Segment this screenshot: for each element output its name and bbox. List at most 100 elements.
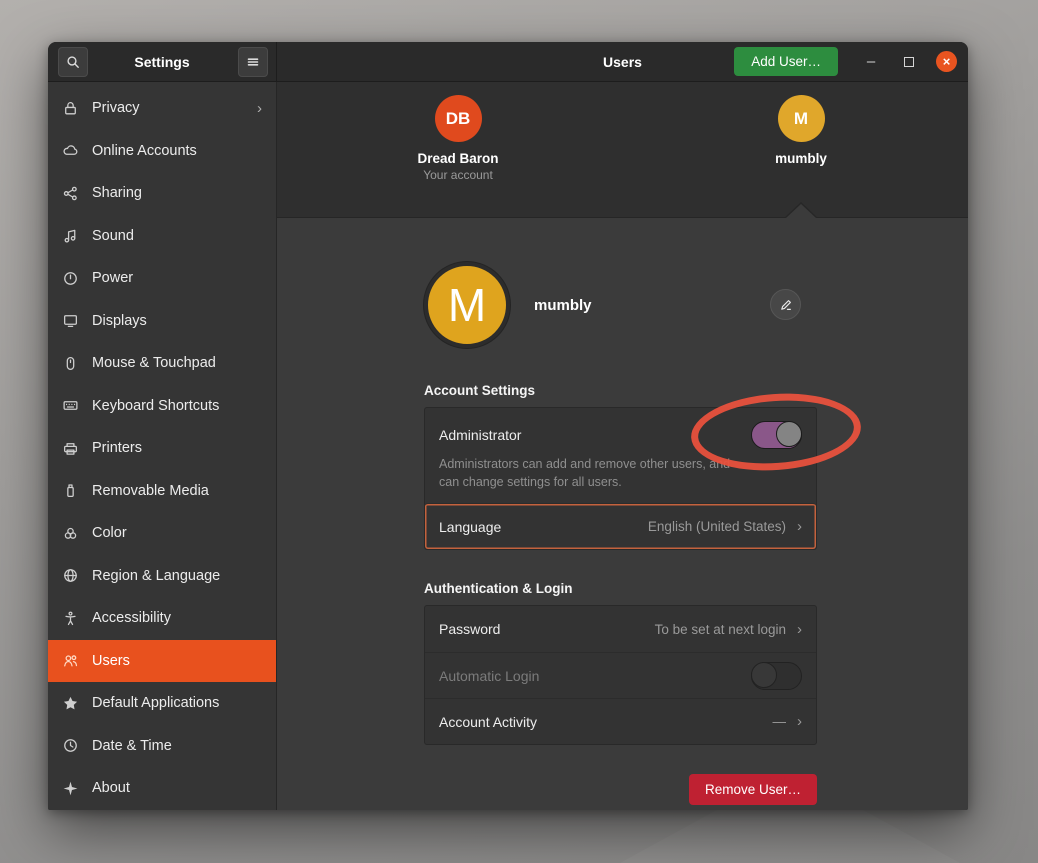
sound-icon <box>61 227 79 244</box>
globe-icon <box>61 567 79 584</box>
user-detail: M mumbly Account Settings <box>277 218 968 810</box>
titlebar-main-section: Users Add User… – × <box>277 42 968 81</box>
sidebar-item-label: Region & Language <box>92 568 220 584</box>
keyboard-icon <box>61 397 79 414</box>
power-icon <box>61 270 79 287</box>
edit-avatar-button[interactable] <box>770 289 801 320</box>
sidebar-item-users[interactable]: Users <box>48 640 276 683</box>
sidebar-item-color[interactable]: Color <box>48 512 276 555</box>
account-settings-card: Administrator Administrators can add and… <box>424 407 817 550</box>
automatic-login-row: Automatic Login <box>425 652 816 698</box>
user-carousel: DB Dread Baron Your account M mumbly <box>277 82 968 218</box>
sidebar-item-removable-media[interactable]: Removable Media <box>48 470 276 513</box>
hamburger-menu-icon <box>245 54 261 70</box>
sidebar-item-label: Online Accounts <box>92 143 197 159</box>
sidebar-item-privacy[interactable]: Privacy › <box>48 87 276 130</box>
sidebar-item-label: Sound <box>92 228 134 244</box>
pencil-icon <box>779 298 793 312</box>
maximize-button[interactable] <box>890 57 928 67</box>
sidebar-item-displays[interactable]: Displays <box>48 300 276 343</box>
minimize-button[interactable]: – <box>852 53 890 70</box>
sidebar-item-label: Color <box>92 525 127 541</box>
sidebar-item-label: Power <box>92 270 133 286</box>
lock-icon <box>61 100 79 117</box>
account-settings-title: Account Settings <box>424 383 817 398</box>
user-name: mumbly <box>731 151 871 166</box>
automatic-login-label: Automatic Login <box>439 668 539 684</box>
printer-icon <box>61 440 79 457</box>
language-row[interactable]: Language English (United States) › <box>425 503 816 549</box>
sidebar-item-online-accounts[interactable]: Online Accounts <box>48 130 276 173</box>
color-icon <box>61 525 79 542</box>
mouse-icon <box>61 355 79 372</box>
search-button[interactable] <box>58 47 88 77</box>
sidebar-item-label: Removable Media <box>92 483 209 499</box>
password-value: To be set at next login <box>655 622 786 637</box>
administrator-label: Administrator <box>439 427 521 443</box>
toggle-knob <box>751 662 777 688</box>
sidebar-item-label: Users <box>92 653 130 669</box>
sidebar-item-about[interactable]: About <box>48 767 276 810</box>
chevron-right-icon: › <box>257 100 262 117</box>
profile-username: mumbly <box>534 297 592 314</box>
app-body: Privacy › Online Accounts Sharing Sound Power… <box>48 82 968 810</box>
password-label: Password <box>439 621 500 637</box>
remove-user-row: Remove User… <box>424 774 817 805</box>
chevron-right-icon: › <box>797 621 802 638</box>
language-value: English (United States) <box>648 519 786 534</box>
clock-icon <box>61 737 79 754</box>
user-subtitle: Your account <box>388 168 528 182</box>
users-icon <box>61 652 79 669</box>
remove-user-button[interactable]: Remove User… <box>689 774 817 805</box>
language-label: Language <box>439 519 501 535</box>
auth-login-card: Password To be set at next login › Autom… <box>424 605 817 745</box>
sidebar-item-keyboard-shortcuts[interactable]: Keyboard Shortcuts <box>48 385 276 428</box>
carousel-user-dread-baron[interactable]: DB Dread Baron Your account <box>388 95 528 182</box>
account-activity-value: — <box>773 714 787 729</box>
chevron-right-icon: › <box>797 518 802 535</box>
selected-user-caret-fill <box>786 204 816 218</box>
close-button[interactable]: × <box>936 51 957 72</box>
password-row[interactable]: Password To be set at next login › <box>425 606 816 652</box>
chevron-right-icon: › <box>797 713 802 730</box>
sidebar: Privacy › Online Accounts Sharing Sound Power… <box>48 82 277 810</box>
menu-button[interactable] <box>238 47 268 77</box>
user-name: Dread Baron <box>388 151 528 166</box>
toggle-knob <box>776 421 802 447</box>
cloud-icon <box>61 142 79 159</box>
sidebar-item-mouse-touchpad[interactable]: Mouse & Touchpad <box>48 342 276 385</box>
sidebar-item-label: Date & Time <box>92 738 172 754</box>
sidebar-item-sound[interactable]: Sound <box>48 215 276 258</box>
sidebar-item-default-applications[interactable]: Default Applications <box>48 682 276 725</box>
titlebar: Settings Users Add User… – <box>48 42 968 82</box>
sidebar-item-printers[interactable]: Printers <box>48 427 276 470</box>
settings-window: Settings Users Add User… – <box>48 42 968 810</box>
star-icon <box>61 695 79 712</box>
sidebar-item-label: Printers <box>92 440 142 456</box>
add-user-button[interactable]: Add User… <box>734 47 838 76</box>
share-icon <box>61 185 79 202</box>
search-icon <box>65 54 81 70</box>
carousel-user-mumbly[interactable]: M mumbly <box>731 95 871 166</box>
automatic-login-toggle[interactable] <box>751 662 802 690</box>
sidebar-item-sharing[interactable]: Sharing <box>48 172 276 215</box>
administrator-toggle[interactable] <box>751 421 802 449</box>
sidebar-item-accessibility[interactable]: Accessibility <box>48 597 276 640</box>
sidebar-item-label: Sharing <box>92 185 142 201</box>
sidebar-item-label: About <box>92 780 130 796</box>
profile-header: M mumbly <box>424 258 817 352</box>
sidebar-item-label: Accessibility <box>92 610 171 626</box>
sidebar-item-power[interactable]: Power <box>48 257 276 300</box>
auth-login-title: Authentication & Login <box>424 581 817 596</box>
display-icon <box>61 312 79 329</box>
avatar: DB <box>435 95 482 142</box>
maximize-icon <box>904 57 914 67</box>
sidebar-item-label: Displays <box>92 313 147 329</box>
sparkle-icon <box>61 780 79 797</box>
sidebar-item-region-language[interactable]: Region & Language <box>48 555 276 598</box>
account-activity-row[interactable]: Account Activity — › <box>425 698 816 744</box>
sidebar-item-label: Privacy <box>92 100 140 116</box>
sidebar-item-date-time[interactable]: Date & Time <box>48 725 276 768</box>
usb-icon <box>61 482 79 499</box>
titlebar-sidebar-section: Settings <box>48 42 277 81</box>
